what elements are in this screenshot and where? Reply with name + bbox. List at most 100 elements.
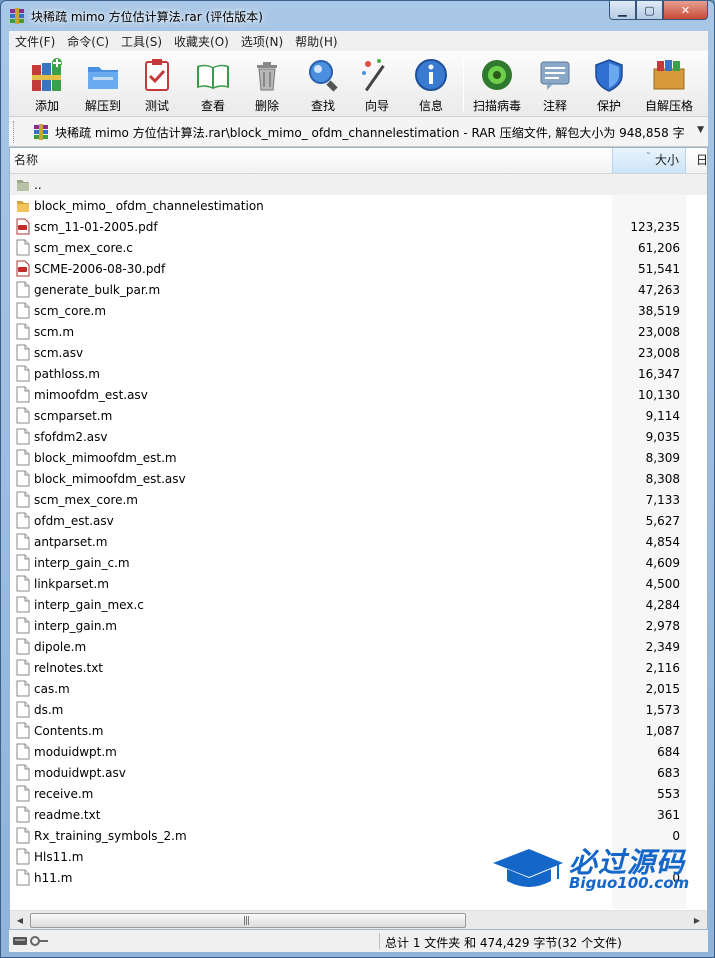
toolbar: 添加 解压到 测试 查看 删除 查找 向导 信息 扫描病毒 注释 保护 自解压格 [9, 51, 708, 117]
winrar-app-icon[interactable] [9, 8, 25, 24]
file-row[interactable]: scm.m 23,008 [10, 321, 707, 342]
file-row[interactable]: pathloss.m 16,347 [10, 363, 707, 384]
file-row[interactable]: dipole.m 2,349 [10, 636, 707, 657]
file-name: scm_11-01-2005.pdf [34, 220, 158, 234]
file-name: linkparset.m [34, 577, 109, 591]
menu-options[interactable]: 选项(N) [235, 33, 289, 50]
file-row[interactable]: relnotes.txt 2,116 [10, 657, 707, 678]
file-size: 683 [657, 766, 680, 780]
file-name: interp_gain_c.m [34, 556, 130, 570]
protect-button[interactable]: 保护 [581, 55, 637, 113]
file-row[interactable]: block_mimoofdm_est.m 8,309 [10, 447, 707, 468]
menu-favorites[interactable]: 收藏夹(O) [168, 33, 235, 50]
address-grip[interactable] [13, 121, 16, 143]
file-row[interactable]: interp_gain_c.m 4,609 [10, 552, 707, 573]
add-button[interactable]: 添加 [19, 55, 75, 113]
file-row[interactable]: sfofdm2.asv 9,035 [10, 426, 707, 447]
file-row[interactable]: ds.m 1,573 [10, 699, 707, 720]
scroll-right-icon[interactable]: ▶ [690, 914, 704, 927]
file-size: 38,519 [638, 304, 680, 318]
scroll-left-icon[interactable]: ◀ [13, 914, 27, 927]
file-name: block_mimoofdm_est.asv [34, 472, 186, 486]
file-icon [16, 764, 30, 781]
magnifier-icon [309, 60, 338, 92]
file-row[interactable]: generate_bulk_par.m 47,263 [10, 279, 707, 300]
menu-tools[interactable]: 工具(S) [115, 33, 168, 50]
file-row[interactable]: antparset.m 4,854 [10, 531, 707, 552]
address-path[interactable]: 块稀疏 mimo 方位估计算法.rar\block_mimo_ ofdm_cha… [55, 124, 685, 141]
file-icon [16, 785, 30, 802]
close-icon: ✕ [680, 3, 691, 17]
file-icon [16, 743, 30, 760]
file-icon [16, 848, 30, 865]
file-name: moduidwpt.asv [34, 766, 126, 780]
scroll-thumb[interactable]: ||| [30, 913, 466, 928]
file-size: 8,308 [645, 472, 680, 486]
file-row[interactable]: block_mimoofdm_est.asv 8,308 [10, 468, 707, 489]
menu-help[interactable]: 帮助(H) [289, 33, 343, 50]
file-row[interactable]: linkparset.m 4,500 [10, 573, 707, 594]
file-icon [16, 575, 30, 592]
file-size: 23,008 [638, 346, 680, 360]
file-name: interp_gain.m [34, 619, 117, 633]
sfx-button[interactable]: 自解压格 [641, 55, 697, 113]
file-size: 16,347 [638, 367, 680, 381]
address-dropdown-icon[interactable]: ▼ [697, 125, 704, 135]
file-row[interactable]: cas.m 2,015 [10, 678, 707, 699]
file-icon [16, 428, 30, 445]
file-name: readme.txt [34, 808, 101, 822]
column-header-date[interactable]: 日 [696, 148, 708, 173]
file-icon [16, 470, 30, 487]
file-icon [16, 302, 30, 319]
file-row[interactable]: receive.m 553 [10, 783, 707, 804]
sfx-box-icon [653, 60, 685, 90]
file-name: scm.m [34, 325, 75, 339]
column-header-size[interactable]: ⌄ 大小 [612, 147, 686, 173]
file-row[interactable]: interp_gain.m 2,978 [10, 615, 707, 636]
file-row[interactable]: readme.txt 361 [10, 804, 707, 825]
file-size: 4,284 [645, 598, 680, 612]
file-rows: .. block_mimo_ ofdm_channelestimation scm_… [10, 174, 707, 888]
file-name: mimoofdm_est.asv [34, 388, 148, 402]
file-row[interactable]: scm.asv 23,008 [10, 342, 707, 363]
file-row[interactable]: interp_gain_mex.c 4,284 [10, 594, 707, 615]
file-row[interactable]: mimoofdm_est.asv 10,130 [10, 384, 707, 405]
file-row[interactable]: moduidwpt.m 684 [10, 741, 707, 762]
file-row[interactable]: scm_core.m 38,519 [10, 300, 707, 321]
file-row[interactable]: scmparset.m 9,114 [10, 405, 707, 426]
delete-button[interactable]: 删除 [239, 55, 295, 113]
file-icon [16, 512, 30, 529]
info-button[interactable]: 信息 [403, 55, 459, 113]
minimize-button[interactable]: ▁ [609, 1, 636, 20]
protect-label: 保护 [596, 99, 621, 113]
virus-scan-button[interactable]: 扫描病毒 [469, 55, 525, 113]
parent-folder-row[interactable]: .. [10, 174, 707, 195]
file-size: 361 [657, 808, 680, 822]
file-row[interactable]: scm_11-01-2005.pdf 123,235 [10, 216, 707, 237]
file-row[interactable]: scm_mex_core.c 61,206 [10, 237, 707, 258]
maximize-button[interactable]: ▢ [636, 1, 663, 20]
horizontal-scrollbar[interactable]: ◀ ||| ▶ [10, 910, 707, 929]
file-size: 1,573 [645, 703, 680, 717]
file-icon [16, 533, 30, 550]
file-row[interactable]: SCME-2006-08-30.pdf 51,541 [10, 258, 707, 279]
file-name: cas.m [34, 682, 70, 696]
drive-key-icon[interactable] [13, 935, 49, 947]
file-row[interactable]: scm_mex_core.m 7,133 [10, 489, 707, 510]
column-header-name[interactable]: 名称 [14, 148, 38, 173]
file-size: 1,087 [645, 724, 680, 738]
file-name: generate_bulk_par.m [34, 283, 161, 297]
file-size: 2,349 [645, 640, 680, 654]
winrar-window: 块稀疏 mimo 方位估计算法.rar (评估版本) ▁ ▢ ✕ 文件(F) 命… [0, 0, 715, 958]
file-icon [16, 869, 30, 886]
file-row[interactable]: Contents.m 1,087 [10, 720, 707, 741]
folder-row[interactable]: block_mimo_ ofdm_channelestimation [10, 195, 707, 216]
file-row[interactable]: moduidwpt.asv 683 [10, 762, 707, 783]
menu-file[interactable]: 文件(F) [9, 33, 61, 50]
close-button[interactable]: ✕ [663, 1, 708, 20]
column-header-size-label: 大小 [654, 153, 679, 167]
title-bar[interactable]: 块稀疏 mimo 方位估计算法.rar (评估版本) ▁ ▢ ✕ [1, 1, 714, 31]
menu-commands[interactable]: 命令(C) [61, 33, 115, 50]
file-row[interactable]: ofdm_est.asv 5,627 [10, 510, 707, 531]
test-button[interactable]: 测试 [129, 55, 185, 113]
